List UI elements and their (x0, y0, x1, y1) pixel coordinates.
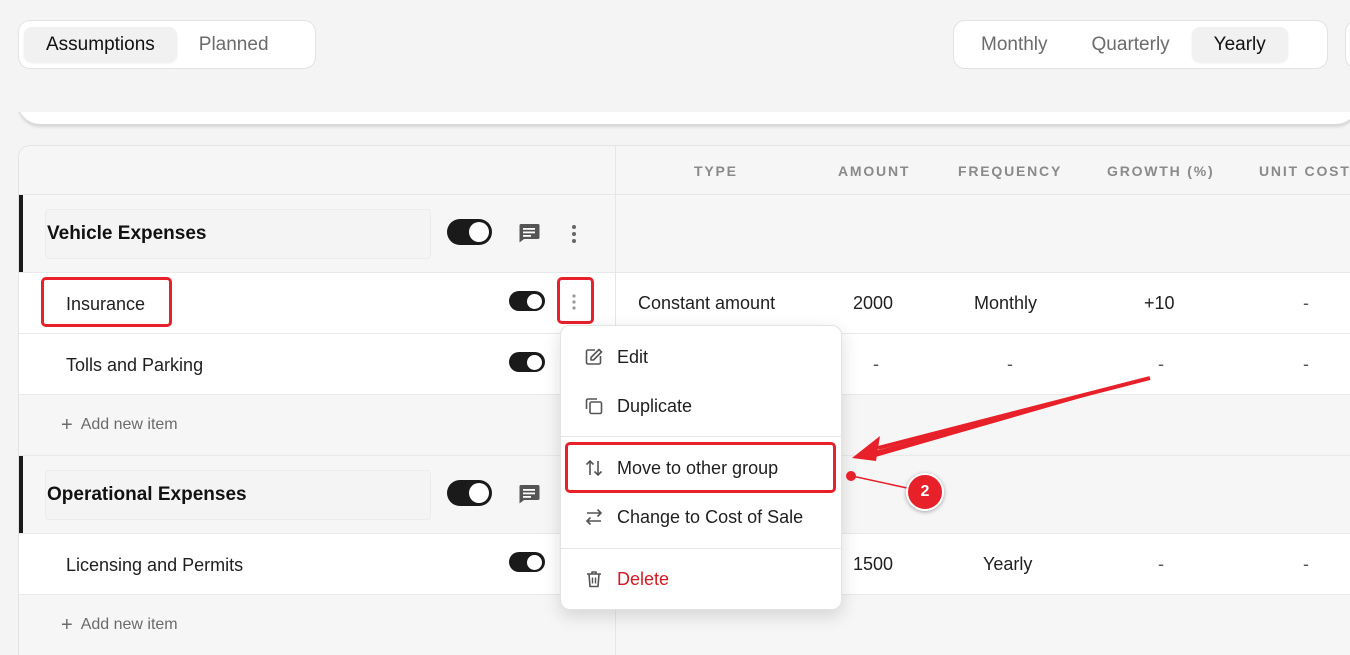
plus-icon: + (61, 414, 73, 436)
arrows-up-down-icon (583, 457, 605, 479)
column-header-frequency: FREQUENCY (958, 163, 1063, 179)
period-switcher: Monthly Quarterly Yearly (953, 20, 1328, 69)
group-name[interactable]: Operational Expenses (45, 470, 431, 520)
cell-unit-cost[interactable]: - (1303, 554, 1309, 575)
cell-amount[interactable]: - (873, 354, 879, 375)
column-header-growth: GROWTH (%) (1107, 163, 1215, 179)
cell-amount[interactable]: 2000 (853, 293, 893, 314)
column-header-unit-cost: UNIT COST (1259, 163, 1350, 179)
duplicate-icon (583, 395, 605, 417)
menu-item-edit-label: Edit (617, 346, 649, 367)
table-header: TYPE AMOUNT FREQUENCY GROWTH (%) UNIT CO… (19, 146, 1350, 195)
arrows-left-right-icon (583, 506, 605, 528)
menu-divider (561, 548, 841, 549)
column-header-amount: AMOUNT (838, 163, 911, 179)
menu-item-change-label: Change to Cost of Sale (617, 506, 804, 527)
menu-item-move-label: Move to other group (617, 457, 779, 478)
add-new-item-label: Add new item (80, 616, 178, 633)
tab-assumptions[interactable]: Assumptions (24, 27, 177, 62)
menu-divider (561, 436, 841, 437)
menu-item-delete[interactable]: Delete (561, 558, 841, 600)
menu-item-delete-label: Delete (617, 568, 670, 589)
comment-icon[interactable] (517, 483, 541, 505)
item-context-menu: Edit Duplicate Move to other group Chang… (560, 325, 842, 610)
add-new-item-button[interactable]: + Add new item (61, 615, 178, 635)
group-name[interactable]: Vehicle Expenses (45, 209, 431, 259)
step-badge: 2 (906, 473, 944, 511)
tab-yearly[interactable]: Yearly (1191, 27, 1288, 62)
more-vertical-icon[interactable] (569, 223, 579, 245)
group-accent-bar (19, 456, 23, 533)
column-header-type: TYPE (694, 163, 738, 179)
cell-growth[interactable]: - (1158, 554, 1164, 575)
cell-amount[interactable]: 1500 (853, 554, 893, 575)
cell-frequency[interactable]: Monthly (974, 293, 1037, 314)
menu-item-duplicate[interactable]: Duplicate (561, 385, 841, 427)
group-toggle[interactable] (447, 219, 492, 245)
add-new-item-button[interactable]: + Add new item (61, 415, 178, 435)
toolbar-edge-control[interactable] (1345, 20, 1350, 69)
comment-icon[interactable] (517, 222, 541, 244)
cell-unit-cost[interactable]: - (1303, 293, 1309, 314)
group-toggle[interactable] (447, 480, 492, 506)
cell-unit-cost[interactable]: - (1303, 354, 1309, 375)
cell-frequency[interactable]: Yearly (983, 554, 1032, 575)
tab-quarterly[interactable]: Quarterly (1070, 27, 1192, 62)
item-name[interactable]: Insurance (66, 294, 145, 315)
view-switcher: Assumptions Planned (18, 20, 316, 69)
menu-item-move-to-other-group[interactable]: Move to other group (561, 447, 841, 489)
tab-planned[interactable]: Planned (177, 27, 291, 62)
item-toggle[interactable] (509, 352, 545, 372)
menu-item-edit[interactable]: Edit (561, 336, 841, 378)
cell-growth[interactable]: +10 (1144, 293, 1175, 314)
more-vertical-icon[interactable] (570, 292, 578, 312)
plus-icon: + (61, 614, 73, 636)
edit-icon (583, 346, 605, 368)
item-toggle[interactable] (509, 291, 545, 311)
cell-frequency[interactable]: - (1007, 354, 1013, 375)
item-toggle[interactable] (509, 552, 545, 572)
item-name[interactable]: Tolls and Parking (66, 355, 203, 376)
trash-icon (583, 568, 605, 590)
menu-item-change-to-cost-of-sale[interactable]: Change to Cost of Sale (561, 496, 841, 538)
item-name[interactable]: Licensing and Permits (66, 555, 243, 576)
add-new-item-label: Add new item (80, 416, 178, 433)
tab-monthly[interactable]: Monthly (959, 27, 1070, 62)
group-accent-bar (19, 195, 23, 272)
group-row-vehicle-expenses: Vehicle Expenses (19, 195, 1350, 273)
menu-item-duplicate-label: Duplicate (617, 395, 693, 416)
cell-type[interactable]: Constant amount (638, 293, 775, 314)
cell-growth[interactable]: - (1158, 354, 1164, 375)
